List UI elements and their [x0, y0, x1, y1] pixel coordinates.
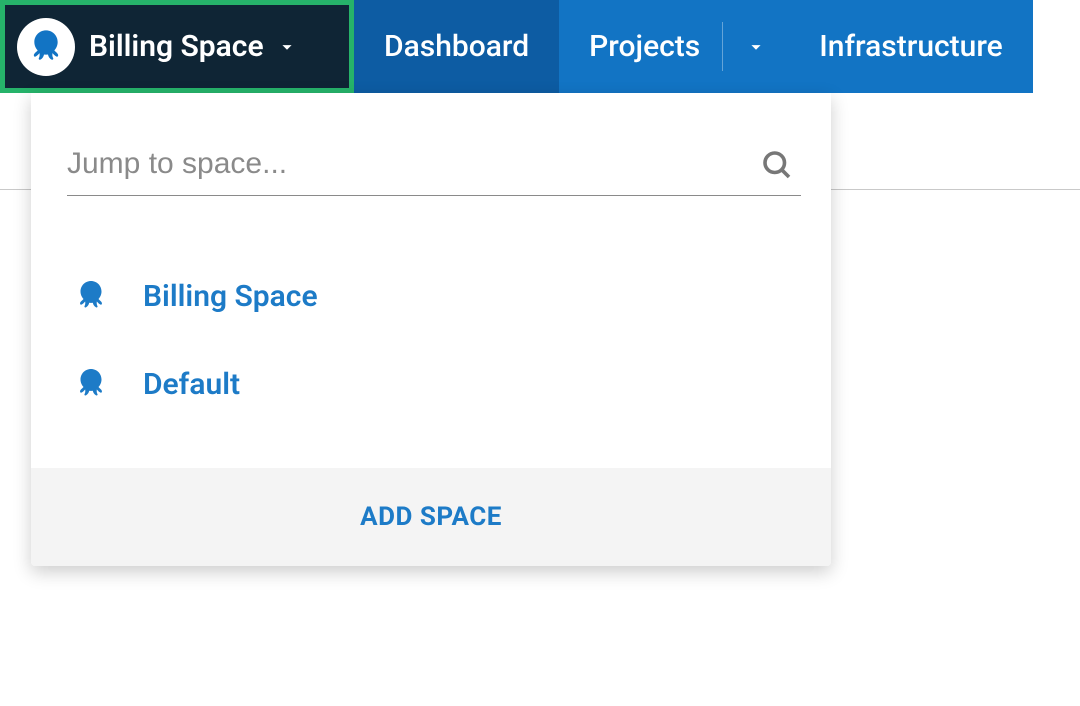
content-area: Billing Space Default ADD SPACE	[0, 93, 1080, 706]
nav-dashboard[interactable]: Dashboard	[354, 0, 559, 93]
nav-infrastructure[interactable]: Infrastructure	[789, 0, 1032, 93]
space-item-billing-space[interactable]: Billing Space	[67, 252, 795, 340]
nav-dashboard-label: Dashboard	[384, 29, 529, 64]
octopus-icon	[26, 27, 66, 67]
nav-projects-chevron[interactable]	[722, 22, 789, 71]
chevron-down-icon	[276, 36, 298, 58]
space-item-label: Billing Space	[143, 279, 318, 314]
search-row	[31, 93, 831, 196]
space-list: Billing Space Default	[31, 196, 831, 468]
octopus-icon	[73, 278, 109, 314]
space-item-label: Default	[143, 367, 240, 402]
space-dropdown-panel: Billing Space Default ADD SPACE	[31, 93, 831, 566]
space-item-icon	[67, 366, 115, 402]
space-switcher[interactable]: Billing Space	[0, 0, 354, 93]
space-item-default[interactable]: Default	[67, 340, 795, 428]
nav-projects[interactable]: Projects	[559, 0, 789, 93]
space-switcher-label: Billing Space	[89, 29, 264, 64]
add-space-label: ADD SPACE	[360, 502, 502, 532]
space-item-icon	[67, 278, 115, 314]
space-logo	[17, 18, 75, 76]
octopus-icon	[73, 366, 109, 402]
nav-projects-label: Projects	[559, 0, 722, 93]
top-nav: Billing Space Dashboard Projects Infrast…	[0, 0, 1080, 93]
chevron-down-icon	[745, 36, 767, 58]
space-search-input[interactable]	[67, 133, 801, 196]
nav-infrastructure-label: Infrastructure	[819, 29, 1002, 64]
add-space-button[interactable]: ADD SPACE	[31, 468, 831, 566]
